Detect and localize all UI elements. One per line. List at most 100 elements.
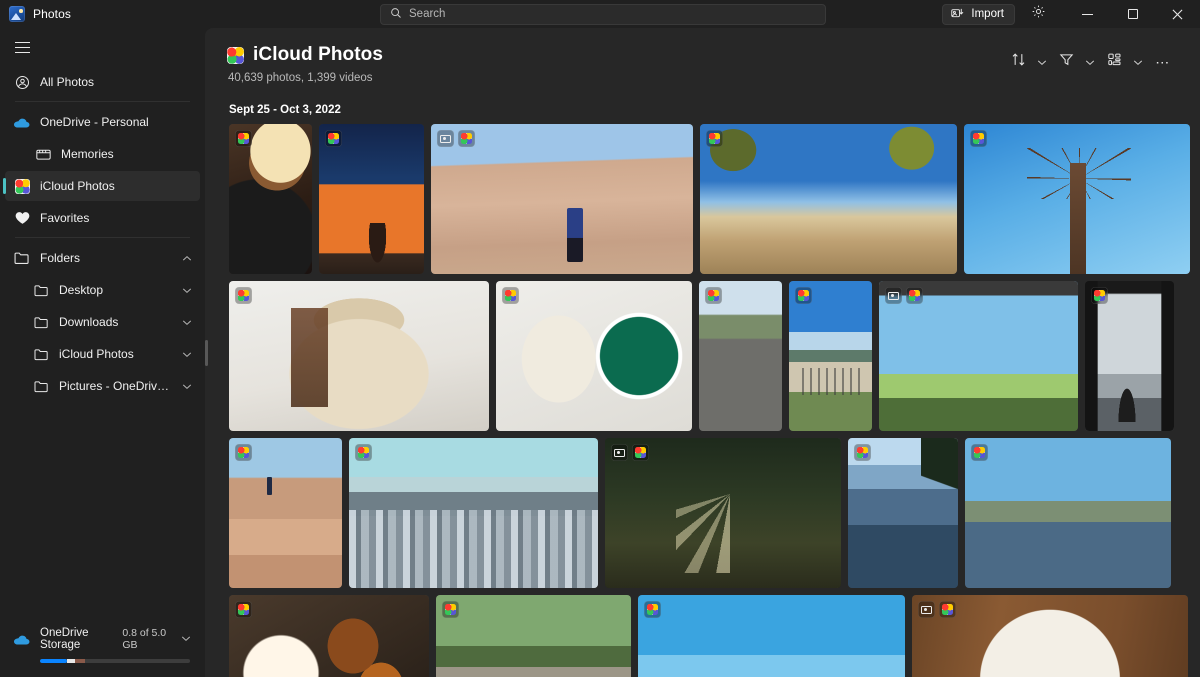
photos-app-window: Photos Import (0, 0, 1200, 677)
search-input[interactable] (409, 5, 816, 24)
sidebar-nav-list: All Photos OneDrive - Personal Memories … (0, 67, 205, 403)
icloud-sync-badge-icon (235, 444, 252, 461)
more-options-button[interactable]: ⋯ (1148, 48, 1178, 76)
photo-forest-sunrays[interactable] (605, 438, 841, 588)
sidebar-item-all-photos[interactable]: All Photos (5, 67, 200, 97)
photo-canyon-hiker[interactable] (229, 438, 342, 588)
storage-progress-segment-3 (74, 659, 85, 663)
icloud-sync-badge-icon (939, 601, 956, 618)
photo-sky-clouds[interactable] (638, 595, 905, 677)
icloud-sync-badge-icon (458, 130, 475, 147)
sidebar-item-label: Pictures - OneDrive Personal (59, 379, 172, 393)
chevron-down-icon[interactable] (182, 379, 192, 393)
photo-joshua-tree-rocks[interactable] (431, 124, 693, 274)
photo-beach-bikes[interactable] (789, 281, 872, 431)
photo-breakfast-spread[interactable] (229, 595, 429, 677)
gallery-header-left: iCloud Photos 40,639 photos, 1,399 video… (227, 44, 1004, 84)
all-photos-icon (14, 74, 30, 90)
photo-latte-and-tart[interactable] (496, 281, 692, 431)
chevron-down-icon[interactable] (181, 633, 191, 645)
photo-swing-ride[interactable] (964, 124, 1190, 274)
photo-gallery-pane: iCloud Photos 40,639 photos, 1,399 video… (205, 28, 1200, 677)
page-title-row: iCloud Photos (227, 44, 1004, 66)
photo-plated-dish[interactable] (912, 595, 1188, 677)
filter-button[interactable] (1052, 48, 1080, 76)
icloud-sync-badge-icon (325, 130, 342, 147)
photo-joshua-tree-desert[interactable] (700, 124, 957, 274)
sidebar-item-downloads[interactable]: Downloads (5, 307, 200, 337)
icloud-sync-badge-icon (442, 601, 459, 618)
photo-lake-and-hills[interactable] (965, 438, 1171, 588)
sidebar-item-label: iCloud Photos (40, 179, 115, 193)
import-button[interactable]: Import (942, 3, 1015, 25)
sidebar-item-label: OneDrive - Personal (40, 115, 149, 129)
sidebar-item-folders[interactable]: Folders (5, 243, 200, 273)
folder-icon (33, 314, 49, 330)
photo-dog-walking[interactable] (699, 281, 782, 431)
storage-amount: 0.8 of 5.0 GB (122, 627, 167, 651)
photo-grid[interactable] (205, 124, 1200, 677)
gallery-item-count: 40,639 photos, 1,399 videos (228, 72, 373, 84)
app-body: All Photos OneDrive - Personal Memories … (0, 28, 1200, 677)
view-chevron[interactable] (1128, 48, 1148, 76)
sidebar-item-pictures-onedrive-personal[interactable]: Pictures - OneDrive Personal (5, 371, 200, 401)
sidebar-item-label: Folders (40, 251, 81, 265)
sort-button[interactable] (1004, 48, 1032, 76)
photo-vancouver-skyline[interactable] (349, 438, 598, 588)
sidebar-divider (15, 237, 190, 238)
video-badge-icon (611, 444, 628, 461)
title-bar-left: Photos (0, 6, 220, 22)
chevron-up-icon[interactable] (182, 251, 192, 265)
sidebar-item-memories[interactable]: Memories (5, 139, 200, 169)
sidebar-item-folder-icloud-photos[interactable]: iCloud Photos (5, 339, 200, 369)
sidebar-item-favorites[interactable]: Favorites (5, 203, 200, 233)
chevron-down-icon[interactable] (182, 283, 192, 297)
settings-button[interactable] (1023, 2, 1053, 26)
onedrive-storage-panel[interactable]: OneDrive Storage 0.8 of 5.0 GB (0, 617, 205, 677)
photo-sunlit-shoreline[interactable] (848, 438, 958, 588)
maximize-button[interactable] (1110, 0, 1155, 28)
icloud-sync-badge-icon (235, 130, 252, 147)
icloud-sync-badge-icon (705, 287, 722, 304)
sidebar-item-icloud-photos[interactable]: iCloud Photos (3, 171, 200, 201)
search-box[interactable] (380, 4, 826, 25)
photo-eiffel-tower[interactable] (879, 281, 1078, 431)
sort-chevron[interactable] (1032, 48, 1052, 76)
filter-chevron[interactable] (1080, 48, 1100, 76)
photo-row (229, 281, 1176, 431)
chevron-down-icon[interactable] (182, 315, 192, 329)
photo-golden-dog[interactable] (436, 595, 631, 677)
view-layout-button[interactable] (1100, 48, 1128, 76)
photo-dog-on-chair[interactable] (229, 281, 489, 431)
icloud-sync-badge-icon (795, 287, 812, 304)
photo-food-bowls[interactable] (229, 124, 312, 274)
hamburger-menu-icon[interactable] (4, 31, 40, 63)
photo-group-date-label: Sept 25 - Oct 3, 2022 (229, 104, 341, 116)
icloud-sync-badge-icon (235, 601, 252, 618)
icloud-sync-badge-icon (971, 444, 988, 461)
folder-icon (33, 282, 49, 298)
chevron-down-icon[interactable] (182, 347, 192, 361)
app-title: Photos (33, 7, 71, 21)
icloud-sync-badge-icon (1091, 287, 1108, 304)
photo-orange-mural[interactable] (319, 124, 424, 274)
icloud-photos-icon (227, 46, 244, 64)
close-button[interactable] (1155, 0, 1200, 28)
photo-row (229, 124, 1190, 274)
memories-icon (35, 146, 51, 162)
folder-icon (33, 346, 49, 362)
onedrive-cloud-icon (14, 114, 30, 130)
icloud-sync-badge-icon (632, 444, 649, 461)
photo-row (229, 438, 1176, 588)
storage-progress-segment-2 (67, 659, 75, 663)
sidebar-divider (15, 101, 190, 102)
storage-label: OneDrive Storage (40, 627, 89, 651)
minimize-button[interactable] (1065, 0, 1110, 28)
photo-louvre-corridor[interactable] (1085, 281, 1174, 431)
sidebar-splitter[interactable] (203, 28, 209, 677)
sidebar-item-onedrive-personal[interactable]: OneDrive - Personal (5, 107, 200, 137)
sidebar-item-label: Favorites (40, 211, 90, 225)
filter-icon (1059, 52, 1074, 72)
sidebar-item-desktop[interactable]: Desktop (5, 275, 200, 305)
icloud-sync-badge-icon (706, 130, 723, 147)
